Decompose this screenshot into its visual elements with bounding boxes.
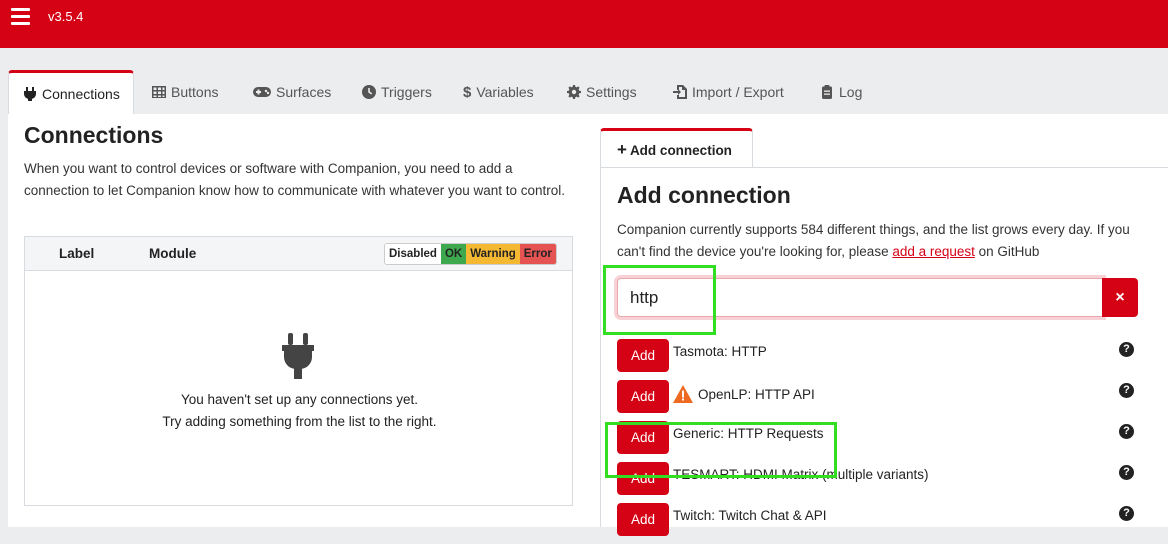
module-search-input[interactable] (617, 278, 1103, 317)
help-icon[interactable]: ? (1119, 506, 1134, 521)
module-name: Twitch: Twitch Chat & API (673, 508, 827, 523)
empty-state-message: You haven't set up any connections yet. … (25, 389, 574, 433)
add-module-button[interactable]: Add (617, 421, 669, 454)
column-module: Module (149, 246, 197, 261)
tab-label: Import / Export (692, 84, 784, 100)
connections-table: Label Module Disabled OK Warning Error Y… (24, 236, 573, 506)
list-item: Add Generic: HTTP Requests ? (617, 421, 1147, 462)
list-item: Add Twitch: Twitch Chat & API ? (617, 503, 1147, 544)
module-label: OpenLP: HTTP API (698, 386, 815, 402)
table-header: Label Module Disabled OK Warning Error (25, 237, 572, 271)
list-item: Add OpenLP: HTTP API ? (617, 380, 1147, 421)
top-bar: v3.5.4 (0, 0, 1168, 48)
tab-label: Add connection (629, 143, 732, 158)
module-name: Generic: HTTP Requests (673, 426, 824, 441)
plug-icon (24, 86, 36, 101)
empty-line-2: Try adding something from the list to th… (162, 414, 437, 429)
warning-icon (673, 385, 693, 403)
tab-buttons[interactable]: Buttons (140, 70, 230, 114)
hamburger-menu-icon[interactable] (11, 8, 30, 26)
help-icon[interactable]: ? (1119, 465, 1134, 480)
status-legend: Disabled OK Warning Error (384, 243, 557, 265)
tab-label: Connections (42, 85, 120, 102)
help-icon[interactable]: ? (1119, 342, 1134, 357)
grid-icon (152, 86, 166, 98)
module-label: Tasmota: HTTP (673, 344, 767, 359)
connections-description: When you want to control devices or soft… (24, 161, 566, 198)
tab-label: Settings (586, 84, 637, 100)
help-icon[interactable]: ? (1119, 424, 1134, 439)
tab-label: Surfaces (276, 84, 332, 100)
tab-label: Variables (476, 84, 534, 100)
column-label: Label (59, 246, 95, 261)
file-import-icon (673, 85, 687, 99)
module-name: Tasmota: HTTP (673, 344, 767, 359)
legend-error: Error (519, 244, 556, 264)
clock-icon (362, 85, 376, 99)
tab-import-export[interactable]: Import / Export (661, 70, 796, 114)
legend-disabled: Disabled (385, 244, 441, 264)
add-module-button[interactable]: Add (617, 339, 669, 372)
module-name: OpenLP: HTTP API (673, 385, 815, 403)
legend-ok: OK (440, 244, 467, 264)
tab-connections[interactable]: Connections (8, 70, 134, 114)
gear-icon (567, 85, 581, 99)
add-module-button[interactable]: Add (617, 462, 669, 495)
tab-surfaces[interactable]: Surfaces (241, 70, 343, 114)
empty-line-1: You haven't set up any connections yet. (181, 392, 418, 407)
clear-search-button[interactable]: × (1102, 278, 1138, 317)
module-name: TESMART: HDMI Matrix (multiple variants) (673, 467, 929, 482)
plug-icon (282, 333, 314, 379)
module-label: Twitch: Twitch Chat & API (673, 508, 827, 523)
clipboard-icon (822, 85, 832, 99)
tab-label: Triggers (381, 84, 432, 100)
tab-settings[interactable]: Settings (555, 70, 649, 114)
desc-text: Companion currently supports 584 differe… (617, 222, 1130, 259)
tab-label: Log (839, 84, 863, 100)
add-module-button[interactable]: Add (617, 380, 669, 413)
tab-variables[interactable]: $ Variables (451, 70, 546, 114)
add-request-link[interactable]: add a request (892, 244, 975, 259)
help-icon[interactable]: ? (1119, 383, 1134, 398)
module-list: Add Tasmota: HTTP ? Add OpenLP: HTTP API… (617, 339, 1147, 544)
gamepad-icon (253, 87, 271, 97)
add-connection-section: + Add connection Add connection Companion… (600, 128, 1168, 536)
list-item: Add TESMART: HDMI Matrix (multiple varia… (617, 462, 1147, 503)
tab-log[interactable]: Log (808, 70, 874, 114)
dollar-icon: $ (463, 83, 472, 101)
tab-add-connection[interactable]: + Add connection (600, 128, 753, 168)
tab-label: Buttons (171, 84, 219, 100)
main-tabs: Connections Buttons Surfaces Triggers $ … (0, 48, 1168, 114)
add-module-button[interactable]: Add (617, 503, 669, 536)
tab-triggers[interactable]: Triggers (350, 70, 444, 114)
module-label: Generic: HTTP Requests (673, 426, 824, 441)
connections-page: Connections When you want to control dev… (8, 114, 1168, 536)
add-connection-description: Companion currently supports 584 differe… (617, 219, 1157, 263)
add-connection-panel: Add connection Companion currently suppo… (600, 167, 1168, 536)
module-label: TESMART: HDMI Matrix (multiple variants) (673, 467, 929, 482)
plus-icon: + (617, 140, 627, 159)
app-version: v3.5.4 (48, 9, 84, 24)
page-title: Connections (24, 122, 164, 148)
legend-warning: Warning (466, 244, 520, 264)
add-connection-title: Add connection (617, 182, 791, 208)
list-item: Add Tasmota: HTTP ? (617, 339, 1147, 380)
desc-text-end: on GitHub (974, 244, 1040, 259)
